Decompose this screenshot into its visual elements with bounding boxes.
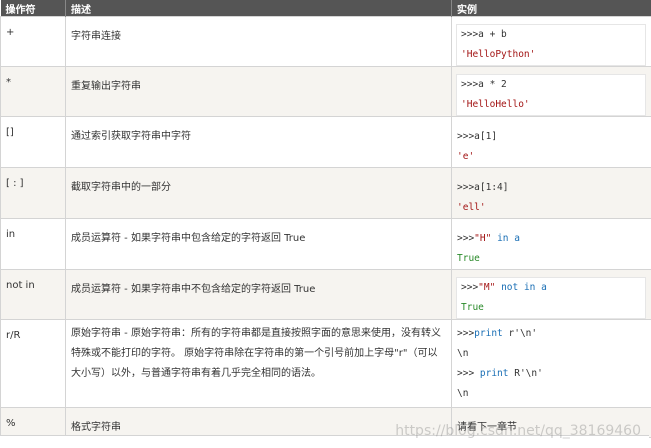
code-result: True	[461, 298, 641, 318]
variable: a	[541, 282, 547, 293]
prompt-text: >>>	[457, 233, 474, 244]
code-block: >>>a * 2 'HelloHello'	[456, 74, 646, 116]
code-line: >>>"H" in a	[457, 229, 646, 249]
table-row: not in 成员运算符 - 如果字符串中不包含给定的字符返回 True >>>…	[1, 270, 651, 320]
row-example: >>>"H" in a True	[452, 219, 651, 270]
row-operator: not in	[1, 270, 66, 320]
code-line: >>>"M" not in a	[461, 278, 641, 298]
table-header: 操作符 描述 实例	[1, 0, 651, 17]
code-block: >>>"M" not in a True	[456, 277, 646, 319]
code-result: 'HelloHello'	[461, 95, 641, 115]
row-operator: +	[1, 17, 66, 67]
row-example: >>>a + b 'HelloPython'	[452, 17, 651, 67]
row-operator: [ : ]	[1, 168, 66, 219]
row-description: 截取字符串中的一部分	[66, 168, 452, 219]
keyword: print	[474, 328, 503, 339]
keyword: in	[491, 233, 514, 244]
prompt-text: >>>	[457, 368, 480, 379]
string-literal: "M"	[478, 282, 495, 293]
code-line: >>>a[1]	[457, 127, 646, 147]
row-example: >>>a[1:4] 'ell'	[452, 168, 651, 219]
code-block: >>>a[1:4] 'ell'	[457, 178, 646, 218]
row-operator: in	[1, 219, 66, 270]
row-operator: []	[1, 117, 66, 168]
code-block: >>>a[1] 'e'	[457, 127, 646, 167]
code-result: 'e'	[457, 147, 646, 167]
string-literal: "H"	[474, 233, 491, 244]
row-operator: %	[1, 408, 66, 438]
prompt-text: >>>	[461, 282, 478, 293]
table-row: [ : ] 截取字符串中的一部分 >>>a[1:4] 'ell'	[1, 168, 651, 219]
code-result: 'HelloPython'	[461, 45, 641, 65]
row-description: 通过索引获取字符串中字符	[66, 117, 452, 168]
row-example: >>>print r'\n' \n >>> print R'\n' \n	[452, 320, 651, 408]
row-description: 成员运算符 - 如果字符串中不包含给定的字符返回 True	[66, 270, 452, 320]
watermark: https://blog.csdn.net/qq_38169460	[395, 423, 641, 439]
table-row: * 重复输出字符串 >>>a * 2 'HelloHello'	[1, 67, 651, 117]
code-result: True	[457, 249, 646, 269]
row-description: 重复输出字符串	[66, 67, 452, 117]
code-line: >>> print R'\n'	[457, 364, 646, 384]
keyword: print	[480, 368, 509, 379]
code-result: 'ell'	[457, 198, 646, 218]
table-row: r/R 原始字符串 - 原始字符串：所有的字符串都是直接按照字面的意思来使用，没…	[1, 320, 651, 408]
code-line: >>>a + b	[461, 25, 641, 45]
header-operator: 操作符	[1, 0, 66, 17]
row-description: 格式字符串	[66, 408, 452, 438]
row-operator: *	[1, 67, 66, 117]
code-result: \n	[457, 344, 646, 364]
variable: a	[514, 233, 520, 244]
header-description: 描述	[66, 0, 452, 17]
row-description: 原始字符串 - 原始字符串：所有的字符串都是直接按照字面的意思来使用，没有转义特…	[66, 320, 452, 408]
code-line: >>>a * 2	[461, 75, 641, 95]
keyword: not in	[495, 282, 541, 293]
code-block: >>>"H" in a True	[457, 229, 646, 269]
code-line: >>>a[1:4]	[457, 178, 646, 198]
code-block: >>>a + b 'HelloPython'	[456, 24, 646, 66]
code-line: >>>print r'\n'	[457, 324, 646, 344]
row-description: 成员运算符 - 如果字符串中包含给定的字符返回 True	[66, 219, 452, 270]
code-text: R'\n'	[509, 368, 543, 379]
row-example: >>>a[1] 'e'	[452, 117, 651, 168]
row-example: >>>"M" not in a True	[452, 270, 651, 320]
code-text: r'\n'	[503, 328, 537, 339]
row-example: >>>a * 2 'HelloHello'	[452, 67, 651, 117]
row-description: 字符串连接	[66, 17, 452, 67]
table-row: + 字符串连接 >>>a + b 'HelloPython'	[1, 17, 651, 67]
prompt-text: >>>	[457, 328, 474, 339]
operator-table: 操作符 描述 实例 + 字符串连接 >>>a + b 'HelloPython'…	[0, 0, 651, 438]
table-row: [] 通过索引获取字符串中字符 >>>a[1] 'e'	[1, 117, 651, 168]
header-example: 实例	[452, 0, 651, 17]
code-result: \n	[457, 384, 646, 404]
row-operator: r/R	[1, 320, 66, 408]
code-block: >>>print r'\n' \n >>> print R'\n' \n	[457, 324, 646, 404]
table-row: in 成员运算符 - 如果字符串中包含给定的字符返回 True >>>"H" i…	[1, 219, 651, 270]
